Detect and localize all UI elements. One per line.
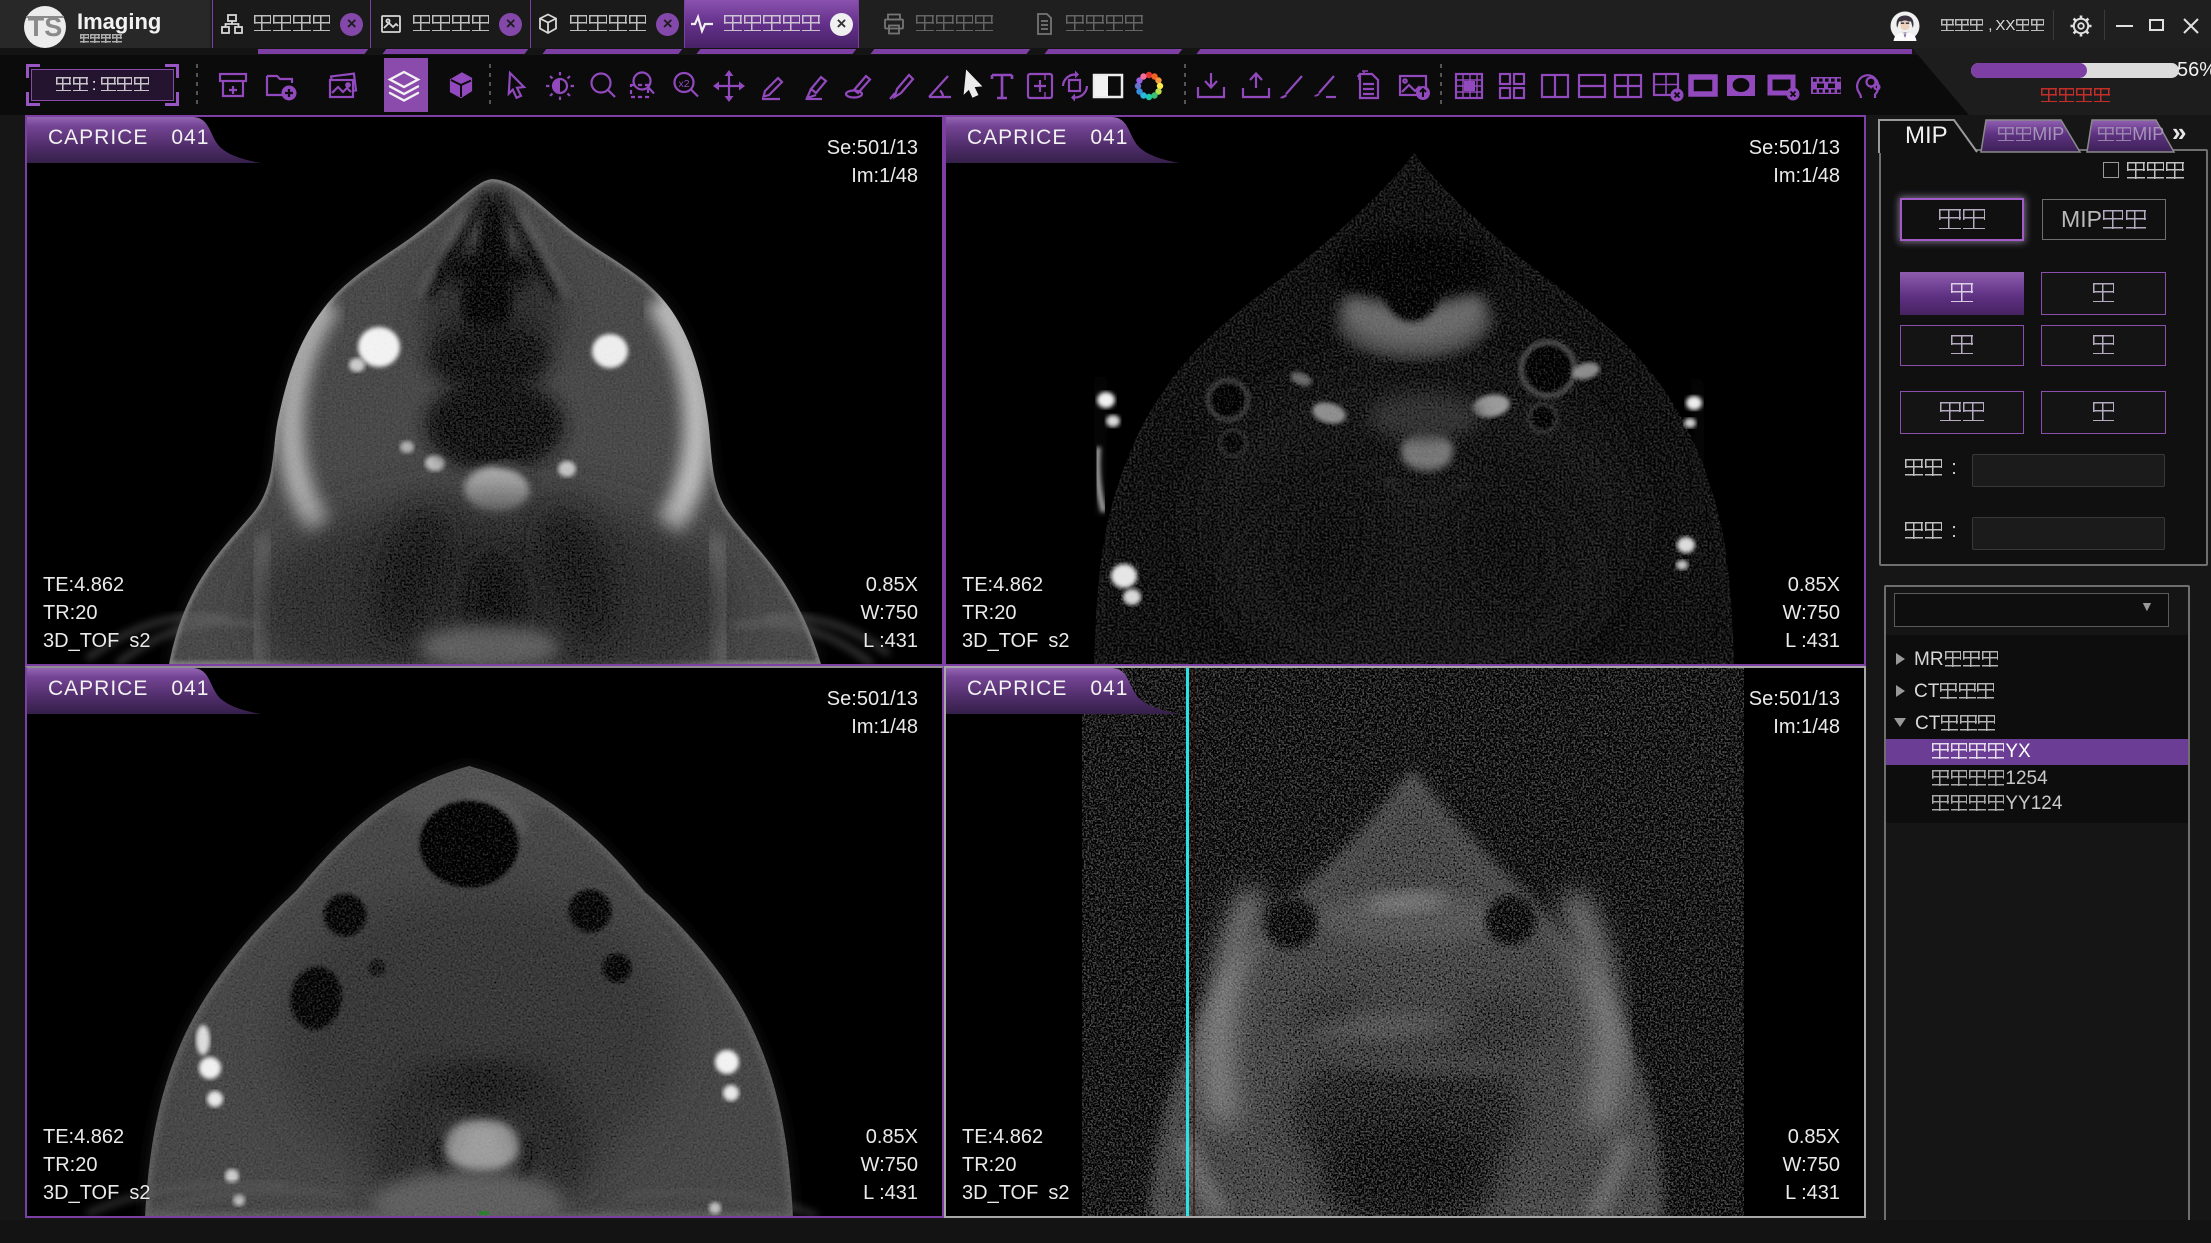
svg-text:x2: x2 [678,78,689,90]
svg-text:MIP: MIP [1905,122,1948,149]
